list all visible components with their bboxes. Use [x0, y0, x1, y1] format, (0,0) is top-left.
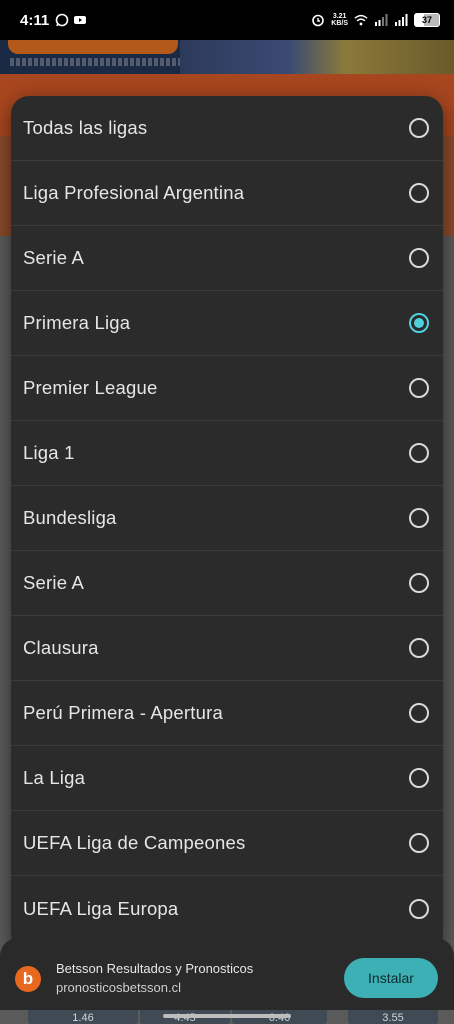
ad-image: [180, 40, 454, 74]
league-option[interactable]: La Liga: [11, 746, 443, 811]
league-option-label: Liga Profesional Argentina: [23, 182, 245, 203]
league-option[interactable]: Clausura: [11, 616, 443, 681]
radio-unchecked-icon[interactable]: [409, 898, 429, 919]
install-button[interactable]: Instalar: [344, 958, 438, 998]
league-option-label: Primera Liga: [23, 312, 131, 333]
league-option[interactable]: Serie A: [11, 551, 443, 616]
league-option[interactable]: UEFA Liga de Campeones: [11, 811, 443, 876]
radio-unchecked-icon[interactable]: [409, 183, 429, 203]
radio-unchecked-icon[interactable]: [409, 378, 429, 398]
battery-icon: 37: [414, 13, 440, 27]
league-select-dialog: Todas las ligas Liga Profesional Argentin…: [11, 96, 443, 952]
radio-unchecked-icon[interactable]: [409, 703, 429, 723]
radio-unchecked-icon[interactable]: [409, 248, 429, 268]
league-option[interactable]: Liga 1: [11, 421, 443, 486]
radio-unchecked-icon[interactable]: [409, 118, 429, 138]
app-url: pronosticosbetsson.cl: [56, 980, 182, 995]
radio-unchecked-icon[interactable]: [409, 833, 429, 853]
league-option-label: UEFA Liga de Campeones: [23, 832, 246, 853]
betsson-app-icon: b: [15, 966, 41, 992]
league-option[interactable]: Serie A: [11, 226, 443, 291]
league-option[interactable]: Bundesliga: [11, 486, 443, 551]
radio-unchecked-icon[interactable]: [409, 573, 429, 593]
league-option-label: UEFA Liga Europa: [23, 897, 179, 919]
status-bar: 4:11 3.21 KB/S 37: [0, 0, 454, 40]
status-time: 4:11: [20, 11, 50, 29]
ad-logo: [8, 40, 178, 54]
league-option-label: Clausura: [23, 637, 99, 658]
league-option[interactable]: UEFA Liga Europa: [11, 876, 443, 941]
signal-icon-2: [395, 14, 408, 26]
home-indicator[interactable]: [163, 1014, 291, 1018]
league-option-label: Liga 1: [23, 442, 75, 463]
net-speed: 3.21 KB/S: [331, 13, 348, 27]
app-name: Betsson Resultados y Pronosticos: [56, 961, 254, 976]
league-option-label: Todas las ligas: [23, 117, 148, 138]
ad-fine-print: [10, 58, 180, 66]
whatsapp-icon: [55, 13, 69, 27]
league-option[interactable]: Liga Profesional Argentina: [11, 161, 443, 226]
league-option[interactable]: Todas las ligas: [11, 96, 443, 161]
radio-checked-icon[interactable]: [409, 313, 429, 333]
league-option-label: Serie A: [23, 572, 85, 593]
alarm-icon: [312, 14, 325, 27]
league-option-label: La Liga: [23, 767, 86, 788]
ad-banner: [0, 40, 454, 74]
signal-icon: [375, 14, 388, 26]
league-option-label: Premier League: [23, 377, 158, 398]
league-option-label: Perú Primera - Apertura: [23, 702, 223, 723]
wifi-icon: [354, 14, 368, 26]
radio-unchecked-icon[interactable]: [409, 768, 429, 788]
league-option-label: Serie A: [23, 247, 85, 268]
league-option[interactable]: Premier League: [11, 356, 443, 421]
radio-unchecked-icon[interactable]: [409, 508, 429, 528]
youtube-icon: [74, 16, 87, 24]
league-option[interactable]: Primera Liga: [11, 291, 443, 356]
radio-unchecked-icon[interactable]: [409, 443, 429, 463]
radio-unchecked-icon[interactable]: [409, 638, 429, 658]
league-option[interactable]: Perú Primera - Apertura: [11, 681, 443, 746]
league-option-label: Bundesliga: [23, 507, 117, 528]
